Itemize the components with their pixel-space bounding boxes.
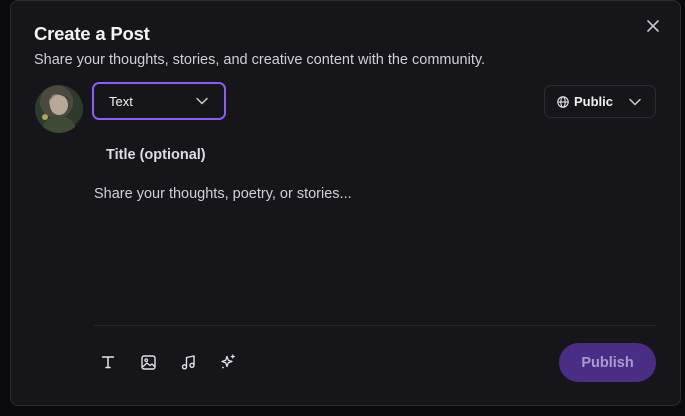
chevron-down-icon [629,98,641,105]
close-icon [647,20,659,32]
post-title-input[interactable] [94,139,654,171]
music-note-icon [181,354,195,370]
publish-button[interactable]: Publish [559,343,656,382]
image-button[interactable] [139,351,157,373]
music-button[interactable] [179,351,197,373]
chevron-down-icon [196,97,208,105]
formatting-toolbar [99,351,237,373]
globe-icon [557,95,569,108]
text-format-icon [101,356,115,369]
post-body-textarea[interactable] [94,186,657,316]
post-type-value: Text [109,93,133,109]
ai-assist-button[interactable] [219,351,237,373]
post-type-select[interactable]: Text [92,82,226,120]
visibility-value: Public [574,94,614,109]
text-format-button[interactable] [99,351,117,373]
sparkles-icon [221,354,235,369]
avatar-image [41,94,77,133]
toolbar-divider [94,325,657,326]
create-post-dialog: Create a Post Share your thoughts, stori… [10,0,681,406]
visibility-select[interactable]: Public [544,85,656,118]
close-button[interactable] [642,15,664,37]
avatar [35,85,83,133]
image-icon [140,354,156,370]
dialog-subtitle: Share your thoughts, stories, and creati… [34,52,486,68]
dialog-title: Create a Post [34,23,150,44]
